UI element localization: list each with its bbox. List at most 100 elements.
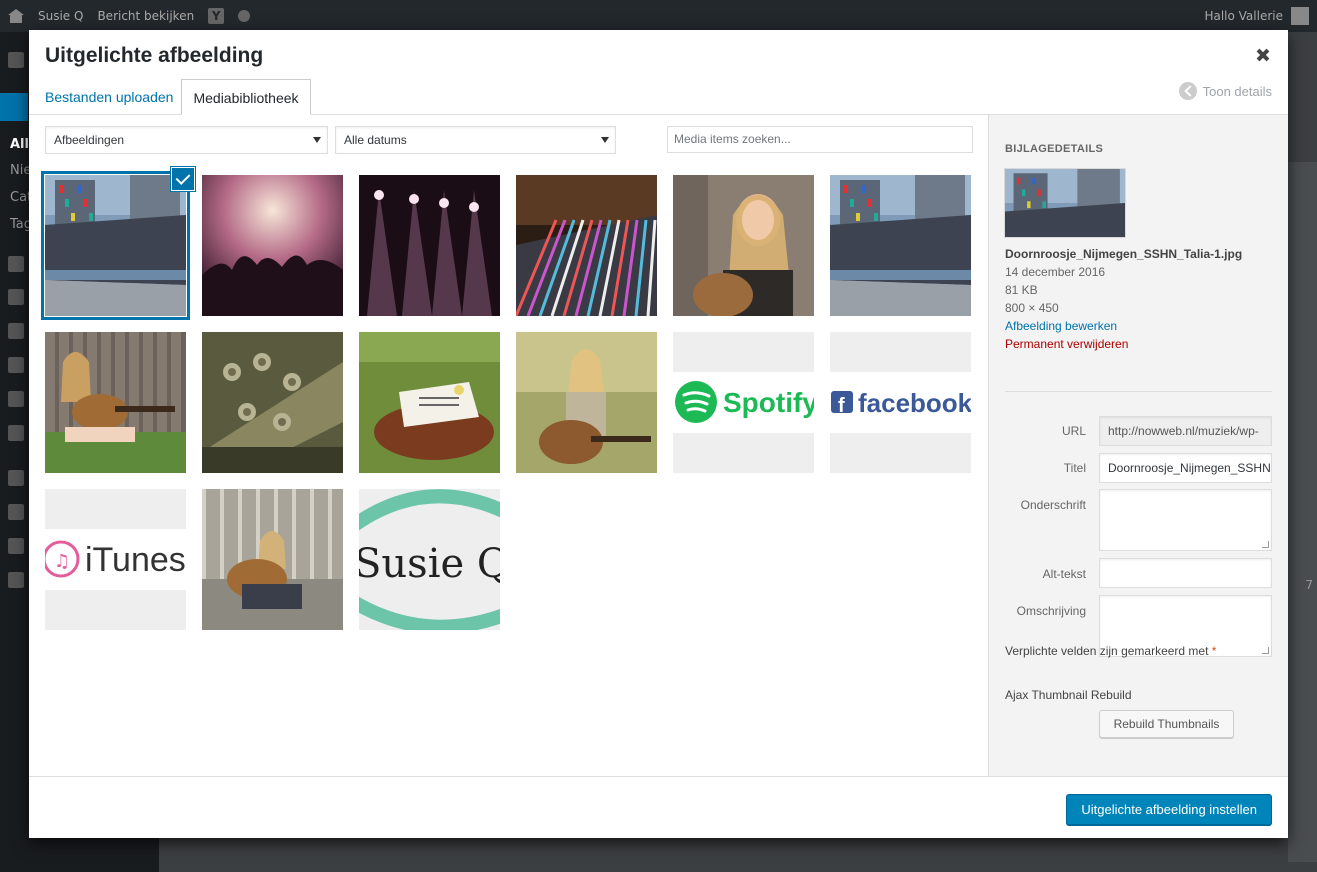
- media-icon[interactable]: [8, 256, 24, 272]
- attachment-thumbnail[interactable]: [202, 332, 343, 473]
- tools-icon[interactable]: [8, 504, 24, 520]
- attachment-thumbnail[interactable]: Spotify: [673, 332, 814, 473]
- pin-icon[interactable]: [8, 391, 24, 407]
- background-panel: [1288, 162, 1317, 862]
- avatar: [1291, 7, 1309, 25]
- settings-icon[interactable]: [8, 538, 24, 554]
- attachment-preview-image: [45, 332, 186, 473]
- ajax-rebuild-label: Ajax Thumbnail Rebuild: [1005, 688, 1132, 702]
- dashboard-icon[interactable]: [8, 52, 24, 68]
- attachment-preview-image: [673, 175, 814, 316]
- title-field[interactable]: Doornroosje_Nijmegen_SSHN: [1099, 453, 1272, 483]
- attachment-preview-image: [830, 175, 971, 316]
- delete-permanently-link[interactable]: Permanent verwijderen: [1005, 335, 1242, 353]
- attachment-preview-image: [202, 489, 343, 630]
- attachment-preview-image: [202, 175, 343, 316]
- svg-text:♫: ♫: [54, 551, 70, 572]
- media-modal: Uitgelichte afbeelding Bestanden uploade…: [29, 30, 1288, 838]
- status-dot-icon[interactable]: [238, 10, 251, 22]
- attachment-preview-image: [359, 175, 500, 316]
- modal-footer: Uitgelichte afbeelding instellen: [29, 776, 1288, 838]
- site-name-link[interactable]: Susie Q: [38, 9, 83, 23]
- attachment-thumbnail[interactable]: f facebook: [830, 332, 971, 473]
- close-icon[interactable]: [1254, 46, 1272, 64]
- attachment-preview-image: [45, 175, 186, 316]
- admin-bar: Susie Q Bericht bekijken Y Hallo Valleri…: [0, 0, 1317, 32]
- details-heading: BIJLAGEDETAILS: [1005, 143, 1104, 155]
- greeting-text: Hallo Vallerie: [1204, 9, 1283, 23]
- chevron-left-icon: [1178, 82, 1197, 100]
- details-date: 14 december 2016: [1005, 265, 1106, 279]
- url-label: URL: [1061, 424, 1086, 438]
- users-icon[interactable]: [8, 470, 24, 486]
- required-star: *: [1211, 644, 1217, 658]
- svg-text:facebook: facebook: [858, 388, 971, 418]
- attachment-thumbnail[interactable]: [359, 175, 500, 316]
- attachment-thumbnail[interactable]: [673, 175, 814, 316]
- view-post-link[interactable]: Bericht bekijken: [97, 9, 194, 23]
- attachment-thumbnail[interactable]: [45, 332, 186, 473]
- posts-icon[interactable]: [0, 93, 28, 121]
- alt-text-label: Alt-tekst: [1042, 567, 1086, 581]
- url-field[interactable]: http://nowweb.nl/muziek/wp-: [1099, 416, 1272, 446]
- details-thumbnail: [1005, 169, 1125, 237]
- attachment-thumbnail[interactable]: [202, 175, 343, 316]
- attachment-thumbnail[interactable]: ♫ iTunes: [45, 489, 186, 630]
- attachment-thumbnail[interactable]: [516, 175, 657, 316]
- toggle-details-button[interactable]: Toon details: [1178, 82, 1272, 100]
- comments-icon[interactable]: [8, 323, 24, 339]
- description-label: Omschrijving: [1016, 604, 1086, 618]
- pin-icon-2[interactable]: [8, 425, 24, 441]
- svg-text:Spotify: Spotify: [723, 387, 814, 418]
- set-featured-image-button[interactable]: Uitgelichte afbeelding instellen: [1066, 794, 1272, 825]
- attachment-thumbnail[interactable]: Susie Q: [359, 489, 500, 630]
- title-label: Titel: [1063, 461, 1086, 475]
- details-meta: Doornroosje_Nijmegen_SSHN_Talia-1.jpg 14…: [1005, 245, 1242, 353]
- account-menu[interactable]: Hallo Vallerie: [1204, 7, 1309, 25]
- background-number: 7: [1305, 578, 1313, 592]
- attachment-thumbnail[interactable]: [359, 332, 500, 473]
- tab-upload[interactable]: Bestanden uploaden: [45, 79, 173, 115]
- media-type-select[interactable]: Afbeeldingen: [45, 126, 328, 154]
- yoast-icon[interactable]: Y: [208, 8, 225, 24]
- home-icon[interactable]: [8, 9, 24, 23]
- attachment-thumbnail[interactable]: [45, 175, 186, 316]
- details-preview-image: [1005, 169, 1125, 237]
- attachment-preview-image: ♫ iTunes: [45, 489, 186, 630]
- svg-text:Susie Q: Susie Q: [359, 541, 500, 587]
- required-note-text: Verplichte velden zijn gemarkeerd met: [1005, 644, 1209, 658]
- attachment-preview-image: [516, 175, 657, 316]
- details-dimensions: 800 × 450: [1005, 301, 1059, 315]
- alt-text-field[interactable]: [1099, 558, 1272, 588]
- attachment-preview-image: Spotify: [673, 332, 814, 473]
- pages-icon[interactable]: [8, 289, 24, 305]
- rebuild-thumbnails-button[interactable]: Rebuild Thumbnails: [1099, 710, 1234, 738]
- attachment-preview-image: Susie Q: [359, 489, 500, 630]
- dropdown-arrow-icon: [313, 137, 321, 143]
- details-separator: [1005, 391, 1272, 392]
- details-filename: Doornroosje_Nijmegen_SSHN_Talia-1.jpg: [1005, 247, 1243, 261]
- attachment-thumbnail[interactable]: [830, 175, 971, 316]
- caption-textarea[interactable]: [1099, 489, 1272, 551]
- plugin-icon[interactable]: [8, 357, 24, 373]
- modal-tabs: Bestanden uploaden Mediabibliotheek: [45, 79, 311, 115]
- svg-text:iTunes: iTunes: [85, 541, 186, 579]
- attachment-preview-image: [202, 332, 343, 473]
- edit-image-link[interactable]: Afbeelding bewerken: [1005, 317, 1242, 335]
- media-search-input[interactable]: Media items zoeken...: [667, 126, 973, 153]
- attachment-preview-image: [516, 332, 657, 473]
- attachment-thumbnail[interactable]: [516, 332, 657, 473]
- date-filter-value: Alle datums: [344, 133, 407, 147]
- required-fields-note: Verplichte velden zijn gemarkeerd met *: [1005, 644, 1216, 658]
- selected-check-icon[interactable]: [171, 167, 195, 191]
- dropdown-arrow-icon: [601, 137, 609, 143]
- attachment-details-sidebar: BIJLAGEDETAILS Doornroosje_Nijmegen_SSHN…: [988, 115, 1288, 776]
- attachment-thumbnail[interactable]: [202, 489, 343, 630]
- attachment-preview-image: f facebook: [830, 332, 971, 473]
- tab-media-library[interactable]: Mediabibliotheek: [181, 79, 311, 115]
- date-filter-select[interactable]: Alle datums: [335, 126, 616, 154]
- media-type-value: Afbeeldingen: [54, 133, 125, 147]
- details-filesize: 81 KB: [1005, 283, 1038, 297]
- toggle-details-label: Toon details: [1202, 83, 1272, 99]
- collapse-icon[interactable]: [8, 572, 24, 588]
